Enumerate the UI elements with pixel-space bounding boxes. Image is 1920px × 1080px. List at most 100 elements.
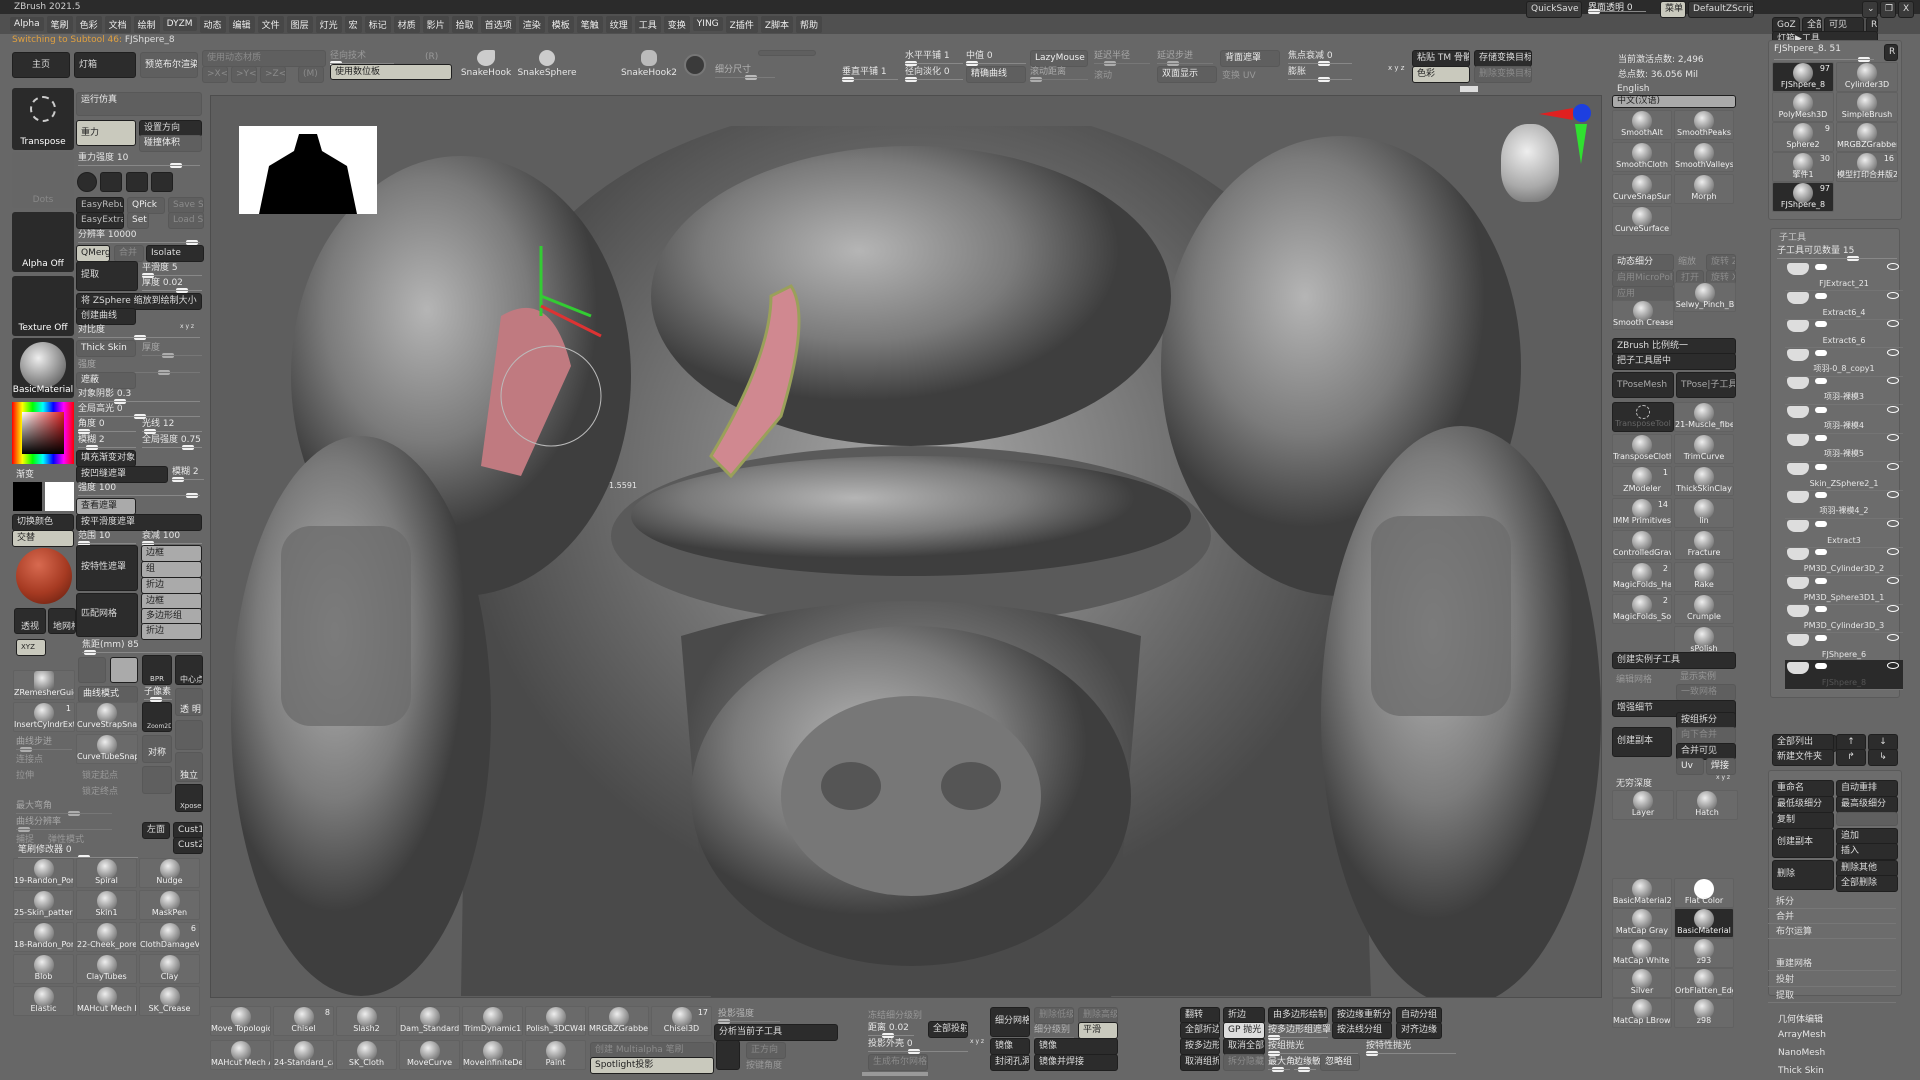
nanomesh-palette[interactable]: NanoMesh	[1778, 1048, 1825, 1058]
mask-group-button[interactable]: 组	[141, 561, 202, 578]
median-slider[interactable]: 中值 0	[966, 48, 1026, 66]
subtool-toggle[interactable]	[1815, 577, 1827, 584]
rays-slider[interactable]: 光线 12	[142, 416, 202, 434]
gp-polish-button[interactable]: GP 抛光	[1223, 1022, 1265, 1039]
transparent-button[interactable]: 透 明	[175, 688, 203, 716]
silhouette-preview[interactable]	[239, 126, 377, 214]
subdiv-level-slider[interactable]: 细分级别	[1034, 1022, 1074, 1038]
canvas-viewport[interactable]: 1.5591	[210, 95, 1602, 998]
bottom-brush-tile[interactable]: MAHcut Mech A	[210, 1040, 271, 1070]
material-tile[interactable]: MatCap White C	[1612, 938, 1672, 968]
tool-brush-tile[interactable]: IMM Primitives 14	[1612, 498, 1672, 528]
delete-button[interactable]: 删除	[1772, 860, 1834, 890]
resolution-slider[interactable]: 分辨率 10000	[78, 227, 200, 245]
curve-resolution-slider[interactable]: 曲线分辨率	[16, 814, 112, 832]
color-picker[interactable]	[12, 402, 74, 464]
eye-icon[interactable]	[1887, 462, 1899, 470]
menu-item[interactable]: 绘制	[133, 15, 160, 33]
range-slider[interactable]: 范围 10	[78, 528, 136, 546]
radial-slider[interactable]: 径向技术	[330, 48, 394, 66]
sym-x-button[interactable]: >X<	[202, 66, 228, 83]
lazy-step-slider[interactable]: 延迟步进	[1157, 48, 1213, 66]
angle-slider[interactable]: 角度 0	[78, 416, 136, 434]
tool-brush-tile[interactable]: ThickSkinClay	[1674, 466, 1734, 496]
eye-icon[interactable]	[1887, 291, 1899, 299]
tool-brush-tile[interactable]: Fracture	[1674, 530, 1734, 560]
stroke-spiral-icon[interactable]	[684, 54, 706, 76]
focal-falloff-slider[interactable]: 焦点衰减 0	[1288, 48, 1352, 66]
eye-icon[interactable]	[1887, 605, 1899, 612]
eye-icon[interactable]	[1887, 662, 1899, 669]
swap-uv-button[interactable]: 变换 UV	[1222, 68, 1256, 81]
menu-item[interactable]: 编辑	[228, 15, 255, 33]
menu-item[interactable]: 首选项	[480, 15, 516, 33]
main-color-swatch[interactable]	[13, 482, 42, 511]
gravity-button[interactable]: 重力	[76, 120, 136, 146]
zremesher-guide-brush[interactable]: ZRemesherGuic	[13, 670, 75, 700]
center-subtool-button[interactable]: 把子工具居中	[1612, 353, 1736, 370]
lock-camera-button[interactable]	[142, 766, 172, 794]
eye-icon[interactable]	[1887, 548, 1899, 555]
sym-y-button[interactable]: >Y<	[231, 66, 257, 83]
menu-item[interactable]: 灯光	[315, 15, 342, 33]
inflate-xyz-toggle[interactable]: x y z	[1388, 64, 1404, 72]
tool-brush-tile[interactable]: TrimCurve	[1674, 434, 1734, 464]
right-brush-tile[interactable]: CurveSnapSurf.	[1612, 174, 1672, 204]
material-tile[interactable]: Silver	[1612, 968, 1672, 998]
layer-brush[interactable]: Layer	[1612, 790, 1674, 820]
subdiv-color-button[interactable]	[758, 50, 816, 56]
close-button[interactable]: X	[1898, 1, 1914, 18]
auto-reorder-button[interactable]: 自动重排	[1836, 780, 1898, 797]
left-brush-tile[interactable]: MAHcut Mech B	[76, 986, 137, 1016]
left-view-button[interactable]: 左面	[142, 822, 170, 839]
subtool-toggle[interactable]	[1815, 264, 1827, 270]
run-simulation-button[interactable]: 运行仿真	[76, 92, 202, 116]
menu-item[interactable]: 影片	[422, 15, 449, 33]
color-picker-square[interactable]	[22, 412, 64, 454]
bottom-brush-tile[interactable]: Chisel 8	[273, 1006, 334, 1036]
shelf-scroll-handle[interactable]	[1460, 86, 1478, 92]
paste-tm-button[interactable]: 粘贴 TM 骨骼	[1412, 50, 1470, 67]
thick-skin-button[interactable]: Thick Skin	[76, 340, 136, 357]
crease-all-button[interactable]: 全部折边	[1180, 1022, 1220, 1039]
menu-item[interactable]: 宏	[344, 15, 362, 33]
left-brush-tile[interactable]: MaskPen	[139, 890, 200, 920]
right-brush-tile[interactable]: SmoothPeaks	[1674, 110, 1734, 140]
split-hidden-button[interactable]: 拆分隐藏	[1223, 1054, 1265, 1071]
plane-shape-button[interactable]	[151, 172, 173, 192]
cavity-blur-slider[interactable]: 模糊 2	[172, 464, 204, 482]
max-angle-slider[interactable]: 最大角!	[1268, 1054, 1299, 1072]
tool-brush-tile[interactable]: ZModeler 1	[1612, 466, 1672, 496]
sym-m-button[interactable]: (M)	[298, 66, 324, 83]
bottom-brush-tile[interactable]: TrimDynamic1	[462, 1006, 523, 1036]
floor-grid-button[interactable]: 地网格	[48, 608, 76, 634]
falloff-slider[interactable]: 衰减 100	[142, 528, 202, 546]
extract-button[interactable]: 提取	[76, 261, 138, 291]
uncrease-group-button[interactable]: 取消组折边	[1180, 1054, 1220, 1071]
left-brush-tile[interactable]: Blob	[13, 954, 74, 984]
eye-icon[interactable]	[1887, 576, 1899, 584]
material-tile[interactable]: z93	[1674, 938, 1734, 968]
inflate-slider[interactable]: 膨胀	[1288, 64, 1352, 82]
subtool-visible-slider[interactable]: 子工具可见数量 15	[1777, 243, 1897, 261]
contrast-xyz-toggle[interactable]: x y z	[180, 323, 194, 330]
quicksave-button[interactable]: QuickSave	[1526, 1, 1582, 18]
material-tile[interactable]: Flat Color	[1674, 878, 1734, 908]
menu-item[interactable]: Z插件	[725, 15, 758, 33]
left-brush-tile[interactable]: 22-Cheek_pores	[76, 922, 137, 952]
move-to-folder-icon[interactable]: ↱	[1836, 749, 1866, 766]
subtool-toggle[interactable]	[1815, 606, 1827, 612]
rotate-z-button[interactable]: 旋转 Z	[1706, 254, 1736, 271]
sphere-shape-button[interactable]	[77, 172, 97, 192]
brush-modifier-slider[interactable]: 笔刷修改器 0	[18, 842, 138, 860]
menu-item[interactable]: 变换	[663, 15, 690, 33]
menu-toggle-button[interactable]: 菜单	[1660, 1, 1686, 18]
double-sided-button[interactable]: 双面显示	[1157, 66, 1217, 83]
snakesphere-brush[interactable]: SnakeSphere	[517, 48, 577, 82]
eye-icon[interactable]	[1887, 405, 1899, 413]
mask-crease-button[interactable]: 折边	[141, 577, 202, 594]
eye-icon[interactable]	[1887, 434, 1899, 441]
subtool-toggle[interactable]	[1815, 378, 1827, 384]
left-brush-tile[interactable]: 19-Randon_Por	[13, 858, 74, 888]
zoom2d-button[interactable]: Zoom2D	[142, 702, 172, 732]
